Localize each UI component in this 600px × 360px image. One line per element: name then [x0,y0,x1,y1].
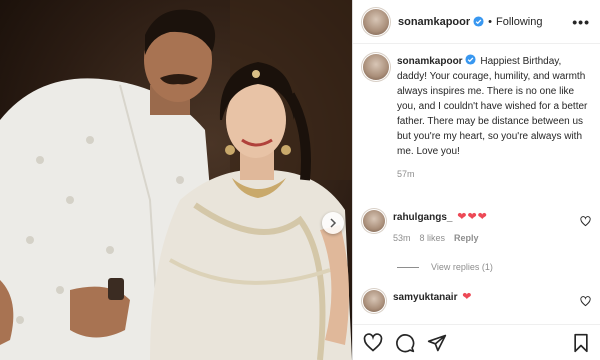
avatar[interactable] [363,54,389,80]
following-button[interactable]: Following [496,16,542,28]
comment-item: samyuktanair ❤ [353,290,600,312]
comment-likes[interactable]: 8 likes [420,231,446,245]
comment-icon[interactable] [395,333,415,353]
share-icon[interactable] [427,333,447,353]
post-caption: sonamkapoor Happiest Birthday, daddy! Yo… [353,44,600,182]
comment-text: ❤❤❤ [457,211,488,223]
post-photo[interactable] [0,0,352,360]
comment-text: ❤ [462,291,473,303]
comment-username[interactable]: samyuktanair [393,292,457,303]
comment-timestamp[interactable]: 53m [393,231,411,245]
reply-button[interactable]: Reply [454,231,479,245]
photo-illustration [0,0,352,360]
avatar[interactable] [363,290,385,312]
heart-icon[interactable] [580,296,591,307]
caption-timestamp[interactable]: 57m [397,167,590,182]
verified-badge-icon [465,54,476,65]
comment-meta: 53m 8 likes Reply [393,231,591,245]
post-username[interactable]: sonamkapoor [398,16,470,28]
caption-username[interactable]: sonamkapoor [397,56,463,67]
caption-text: Happiest Birthday, daddy! Your courage, … [397,56,588,157]
chevron-right-icon [330,218,337,228]
verified-badge-icon [473,16,484,27]
replies-divider [397,266,419,268]
heart-icon[interactable] [363,332,383,353]
separator-dot: • [488,15,492,28]
avatar[interactable] [363,210,385,232]
comment-item: rahulgangs_ ❤❤❤ 53m 8 likes Reply [353,210,600,245]
view-replies-label: View replies (1) [431,262,493,272]
post-header: sonamkapoor • Following ••• [353,0,600,44]
caption-body: sonamkapoor Happiest Birthday, daddy! Yo… [397,54,590,182]
view-replies-button[interactable]: View replies (1) [397,262,493,272]
comment-username[interactable]: rahulgangs_ [393,212,452,223]
heart-icon[interactable] [580,216,591,227]
next-photo-button[interactable] [322,212,344,234]
bookmark-icon[interactable] [571,333,591,353]
more-options-icon[interactable]: ••• [572,14,590,30]
comment-body: samyuktanair ❤ [393,290,591,305]
post-sidebar: sonamkapoor • Following ••• sonamkapoor … [352,0,600,360]
action-bar [353,324,600,360]
avatar[interactable] [363,8,389,35]
comment-body: rahulgangs_ ❤❤❤ 53m 8 likes Reply [393,210,591,245]
